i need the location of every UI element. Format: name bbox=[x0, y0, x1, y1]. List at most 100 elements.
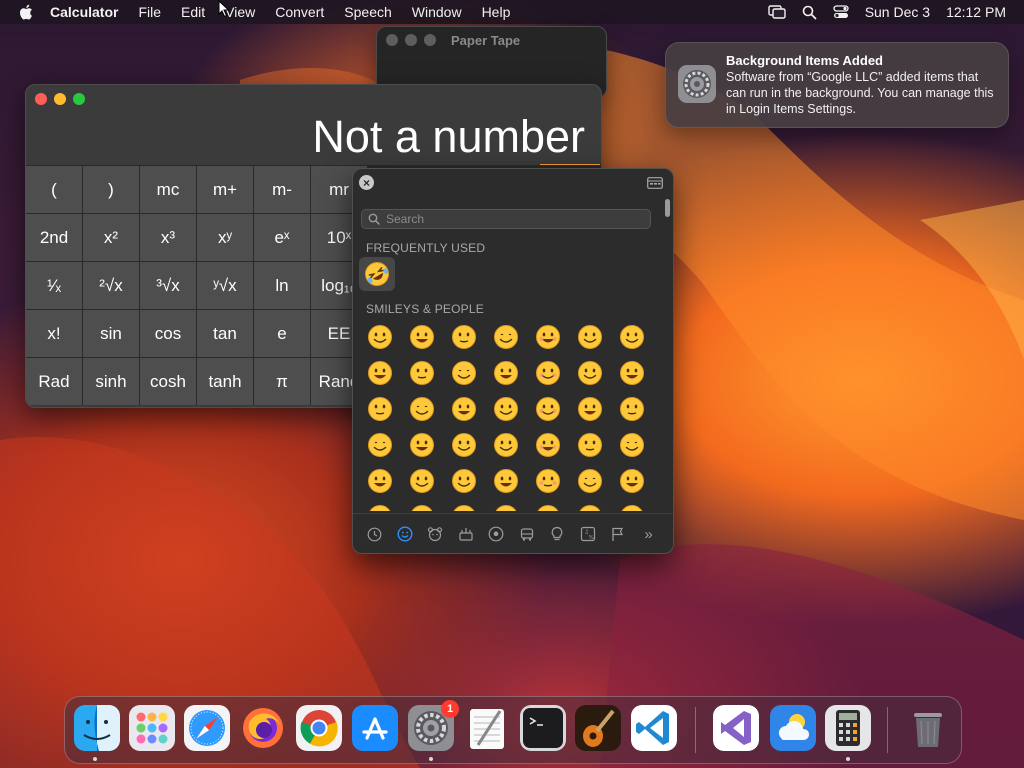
calculator-close-button[interactable] bbox=[35, 93, 47, 105]
emoji-cell[interactable]: 😌 bbox=[443, 391, 485, 427]
emoji-cell[interactable]: 🧐 bbox=[401, 463, 443, 499]
dock-firefox-icon[interactable] bbox=[240, 705, 286, 751]
dock-weather-icon[interactable] bbox=[770, 705, 816, 751]
paper-tape-zoom-button[interactable] bbox=[424, 34, 436, 46]
calculator-zoom-button[interactable] bbox=[73, 93, 85, 105]
key-x-squared[interactable]: x² bbox=[83, 214, 139, 261]
emoji-cell[interactable]: 😉 bbox=[401, 391, 443, 427]
menu-window[interactable]: Window bbox=[412, 0, 462, 24]
dock-launchpad-icon[interactable] bbox=[129, 705, 175, 751]
flags-icon[interactable] bbox=[609, 525, 627, 543]
control-center-icon[interactable] bbox=[833, 5, 849, 19]
menu-convert[interactable]: Convert bbox=[275, 0, 324, 24]
key-memory-add[interactable]: m+ bbox=[197, 166, 253, 213]
emoji-cell[interactable]: 😞 bbox=[443, 499, 485, 511]
emoji-cell[interactable]: 😃 bbox=[401, 319, 443, 355]
emoji-picker-close-icon[interactable]: × bbox=[359, 175, 374, 190]
emoji-cell[interactable]: 🥰 bbox=[527, 391, 569, 427]
dock-terminal-icon[interactable] bbox=[520, 705, 566, 751]
key-tan[interactable]: tan bbox=[197, 310, 253, 357]
emoji-cell[interactable]: 😔 bbox=[485, 499, 527, 511]
emoji-cell[interactable]: 😝 bbox=[527, 427, 569, 463]
emoji-cell[interactable]: 😎 bbox=[485, 463, 527, 499]
dock-vscode-icon[interactable] bbox=[631, 705, 677, 751]
emoji-cell[interactable]: 🙂 bbox=[611, 355, 653, 391]
dock-safari-icon[interactable] bbox=[184, 705, 230, 751]
emoji-cell[interactable]: 😏 bbox=[359, 499, 401, 511]
menu-help[interactable]: Help bbox=[482, 0, 511, 24]
emoji-cell[interactable]: 🤪 bbox=[611, 427, 653, 463]
paper-tape-minimize-button[interactable] bbox=[405, 34, 417, 46]
emoji-cell[interactable]: 😀 bbox=[359, 319, 401, 355]
key-cube-root[interactable]: ³√x bbox=[140, 262, 196, 309]
emoji-cell[interactable]: 😊 bbox=[527, 355, 569, 391]
objects-lightbulb-icon[interactable] bbox=[548, 525, 566, 543]
emoji-cell[interactable]: 🤓 bbox=[443, 463, 485, 499]
key-tanh[interactable]: tanh bbox=[197, 358, 253, 405]
key-cosh[interactable]: cosh bbox=[140, 358, 196, 405]
key-ln[interactable]: ln bbox=[254, 262, 310, 309]
key-close-paren[interactable]: ) bbox=[83, 166, 139, 213]
emoji-cell[interactable]: 🙃 bbox=[359, 391, 401, 427]
key-sin[interactable]: sin bbox=[83, 310, 139, 357]
menu-clock-date[interactable]: Sun Dec 3 bbox=[865, 4, 930, 20]
emoji-cell[interactable]: 😟 bbox=[527, 499, 569, 511]
emoji-cell[interactable]: 😚 bbox=[401, 427, 443, 463]
emoji-cell[interactable]: 😁 bbox=[485, 319, 527, 355]
dock-textedit-icon[interactable] bbox=[464, 705, 510, 751]
calculator-minimize-button[interactable] bbox=[54, 93, 66, 105]
menu-clock-time[interactable]: 12:12 PM bbox=[946, 4, 1006, 20]
key-second-function[interactable]: 2nd bbox=[26, 214, 82, 261]
menu-file[interactable]: File bbox=[138, 0, 161, 24]
emoji-cell[interactable]: 🥳 bbox=[611, 463, 653, 499]
emoji-cell[interactable]: 😋 bbox=[443, 427, 485, 463]
emoji-cell[interactable]: 😜 bbox=[569, 427, 611, 463]
more-categories-chevron-icon[interactable]: » bbox=[640, 525, 658, 543]
emoji-cell[interactable]: 🙁 bbox=[611, 499, 653, 511]
emoji-cell[interactable]: 😛 bbox=[485, 427, 527, 463]
smileys-category-icon[interactable] bbox=[396, 525, 414, 543]
key-open-paren[interactable]: ( bbox=[26, 166, 82, 213]
key-cos[interactable]: cos bbox=[140, 310, 196, 357]
activity-ball-icon[interactable] bbox=[487, 525, 505, 543]
emoji-cell[interactable]: 😒 bbox=[401, 499, 443, 511]
key-e[interactable]: e bbox=[254, 310, 310, 357]
emoji-cell[interactable]: ☺️ bbox=[485, 355, 527, 391]
dock-app-store-icon[interactable] bbox=[352, 705, 398, 751]
key-reciprocal[interactable]: ¹⁄ₓ bbox=[26, 262, 82, 309]
paper-tape-titlebar[interactable]: Paper Tape bbox=[377, 27, 606, 53]
emoji-cell[interactable]: 🤩 bbox=[569, 463, 611, 499]
key-rad[interactable]: Rad bbox=[26, 358, 82, 405]
emoji-cell[interactable]: 😅 bbox=[611, 319, 653, 355]
emoji-cell[interactable]: 🥹 bbox=[569, 319, 611, 355]
emoji-cell[interactable]: 🤨 bbox=[359, 463, 401, 499]
emoji-cell[interactable]: 😆 bbox=[527, 319, 569, 355]
emoji-cell[interactable]: 😗 bbox=[611, 391, 653, 427]
background-items-notification[interactable]: Background Items Added Software from “Go… bbox=[665, 42, 1009, 128]
key-x-cubed[interactable]: x³ bbox=[140, 214, 196, 261]
key-e-to-x[interactable]: eˣ bbox=[254, 214, 310, 261]
paper-tape-close-button[interactable] bbox=[386, 34, 398, 46]
spotlight-search-icon[interactable] bbox=[802, 5, 817, 20]
dock-calculator-icon[interactable] bbox=[825, 705, 871, 751]
screen-mirroring-icon[interactable] bbox=[767, 5, 786, 19]
emoji-cell[interactable]: 🥲 bbox=[443, 355, 485, 391]
key-sinh[interactable]: sinh bbox=[83, 358, 139, 405]
emoji-cell[interactable]: 😙 bbox=[359, 427, 401, 463]
symbols-icon[interactable]: ♫% bbox=[579, 525, 597, 543]
emoji-cell[interactable]: 😂 bbox=[359, 355, 401, 391]
food-drink-icon[interactable] bbox=[457, 525, 475, 543]
key-memory-clear[interactable]: mc bbox=[140, 166, 196, 213]
emoji-cell[interactable]: 😇 bbox=[569, 355, 611, 391]
dock-trash-icon[interactable] bbox=[905, 705, 951, 751]
menu-edit[interactable]: Edit bbox=[181, 0, 205, 24]
emoji-cell[interactable]: 🤣 bbox=[401, 355, 443, 391]
animals-nature-icon[interactable] bbox=[426, 525, 444, 543]
emoji-cell[interactable]: 🥸 bbox=[527, 463, 569, 499]
recent-clock-icon[interactable] bbox=[365, 525, 383, 543]
emoji-cell[interactable]: 😄 bbox=[443, 319, 485, 355]
key-factorial[interactable]: x! bbox=[26, 310, 82, 357]
frequently-used-emoji[interactable] bbox=[359, 257, 395, 291]
calculator-titlebar[interactable] bbox=[26, 85, 92, 113]
menu-speech[interactable]: Speech bbox=[344, 0, 391, 24]
